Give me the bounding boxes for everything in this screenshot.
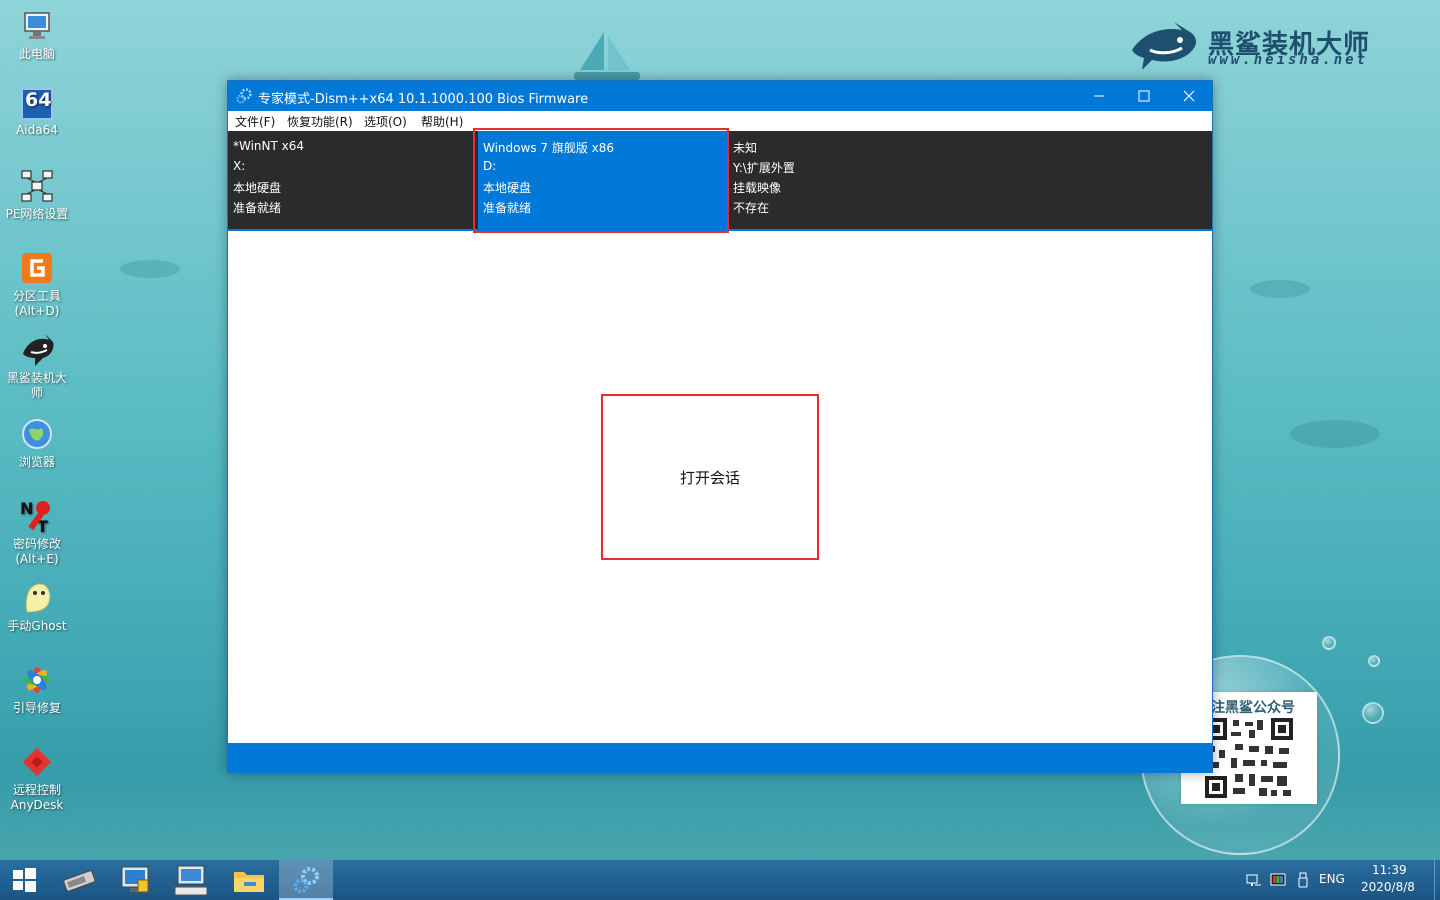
brand-logo: 黑鲨装机大师 www.heisha.net	[1128, 18, 1398, 74]
brand-url: www.heisha.net	[1208, 52, 1369, 68]
desktop-icon-label: 分区工具	[12, 289, 61, 303]
partition-tool-icon	[19, 250, 55, 286]
background-bubble	[1322, 636, 1336, 650]
desktop-icon-aida64[interactable]: 64 Aida64	[0, 88, 74, 138]
desktop-icon-label-line2: AnyDesk	[10, 798, 64, 812]
desktop-icon-manual-ghost[interactable]: 手动Ghost	[0, 580, 74, 634]
drive-letter: X:	[233, 159, 246, 173]
maximize-button[interactable]	[1121, 81, 1167, 111]
aida64-badge: 64	[25, 89, 52, 111]
background-bubble	[1362, 702, 1384, 724]
window-title: 专家模式-Dism++x64 10.1.1000.100 Bios Firmwa…	[258, 92, 589, 107]
selected-drive-highlight	[473, 128, 729, 233]
menu-file[interactable]: 文件(F)	[235, 113, 275, 130]
desktop-icon-boot-repair[interactable]: 引导修复	[0, 662, 74, 716]
desktop-icon-pe-network[interactable]: PE网络设置	[0, 168, 74, 222]
desktop-icon-hotkey: (Alt+D)	[14, 304, 60, 318]
taskbar-app-dism[interactable]	[279, 860, 333, 900]
desktop-icon-label: 手动Ghost	[7, 619, 67, 633]
menu-help[interactable]: 帮助(H)	[421, 113, 463, 130]
desktop-icon-password-reset[interactable]: NT 密码修改 (Alt+E)	[0, 498, 74, 567]
start-button[interactable]	[0, 860, 48, 900]
drive-status: 不存在	[733, 201, 770, 215]
background-fish	[120, 260, 180, 278]
desktop-icon-label: Aida64	[16, 123, 58, 137]
taskbar-app-drive-tool[interactable]	[52, 860, 106, 900]
status-bar	[228, 743, 1212, 773]
shark-installer-icon	[19, 332, 55, 368]
computer-config-icon	[121, 866, 149, 893]
taskbar-app-computer-config[interactable]	[108, 860, 162, 900]
taskbar: ENG 11:39 2020/8/8	[0, 860, 1440, 900]
desktop-icon-shark-installer[interactable]: 黑鲨装机大 师	[0, 332, 74, 401]
open-session-highlight	[601, 394, 819, 560]
minimize-button[interactable]	[1076, 81, 1122, 111]
qr-title: 注黑鲨公众号	[1211, 700, 1295, 716]
desktop-icon-label: 密码修改	[12, 537, 61, 551]
aida64-icon: 64	[21, 88, 53, 120]
maximize-icon	[1138, 90, 1150, 102]
close-icon	[1183, 90, 1195, 102]
drive-os-name: *WinNT x64	[233, 139, 305, 153]
dism-window: 专家模式-Dism++x64 10.1.1000.100 Bios Firmwa…	[227, 80, 1213, 773]
desktop-icon-label: PE网络设置	[5, 207, 69, 221]
dism-gear-icon	[236, 88, 252, 104]
network-icon	[19, 168, 55, 204]
computer-icon	[19, 8, 55, 44]
drive-item-y[interactable]: 未知 Y:\扩展外置 挂载映像 不存在	[728, 131, 978, 229]
taskbar-app-file-explorer[interactable]	[222, 860, 276, 900]
desktop-icon-this-pc[interactable]: 此电脑	[0, 8, 74, 62]
input-language[interactable]: ENG	[1319, 872, 1345, 886]
taskbar-app-keyboard[interactable]	[164, 860, 218, 900]
desktop-icon-partition-tool[interactable]: 分区工具 (Alt+D)	[0, 250, 74, 319]
anydesk-icon	[19, 744, 55, 780]
usb-device-icon[interactable]	[1295, 872, 1311, 888]
minimize-icon	[1094, 95, 1104, 97]
background-fish	[1290, 420, 1380, 448]
drive-os-name: 未知	[733, 141, 758, 155]
menu-options[interactable]: 选项(O)	[364, 113, 407, 130]
drive-tool-icon	[63, 870, 96, 892]
desktop-icon-anydesk[interactable]: 远程控制 AnyDesk	[0, 744, 74, 813]
desktop-icon-label: 远程控制	[12, 783, 61, 797]
desktop-icon-label: 黑鲨装机大	[6, 371, 67, 385]
drive-letter: Y:\扩展外置	[733, 161, 795, 175]
dism-gear-icon	[293, 867, 319, 894]
file-explorer-icon	[234, 872, 264, 892]
background-bubble	[1368, 655, 1380, 667]
desktop-icon-label-line2: 师	[30, 386, 43, 400]
clock-date[interactable]: 2020/8/8	[1361, 880, 1415, 894]
drive-item-x[interactable]: *WinNT x64 X: 本地硬盘 准备就绪	[228, 131, 478, 229]
start-icon	[13, 868, 36, 892]
display-color-icon[interactable]	[1270, 872, 1286, 888]
show-desktop-button[interactable]	[1434, 860, 1440, 900]
background-fish	[1250, 280, 1310, 298]
password-reset-icon: NT	[19, 498, 55, 536]
drive-type: 本地硬盘	[233, 181, 282, 195]
desktop-icon-label: 引导修复	[12, 701, 61, 715]
drive-status: 准备就绪	[233, 201, 282, 215]
desktop-icon-hotkey: (Alt+E)	[15, 552, 59, 566]
clock-time[interactable]: 11:39	[1372, 863, 1407, 877]
drive-type: 挂载映像	[733, 181, 782, 195]
boot-repair-icon	[19, 662, 55, 698]
qr-code-icon	[1205, 718, 1293, 798]
shark-logo-icon	[1132, 22, 1197, 70]
desktop-icon-label: 浏览器	[18, 455, 55, 469]
desktop-icon-label: 此电脑	[18, 47, 55, 61]
ghost-icon	[19, 580, 55, 616]
menu-recovery[interactable]: 恢复功能(R)	[287, 113, 353, 130]
svg-text:N: N	[20, 499, 33, 518]
network-status-icon[interactable]	[1246, 872, 1262, 888]
browser-icon	[19, 416, 55, 452]
keyboard-icon	[174, 865, 208, 896]
window-titlebar[interactable]: 专家模式-Dism++x64 10.1.1000.100 Bios Firmwa…	[228, 81, 1212, 111]
desktop-icon-browser[interactable]: 浏览器	[0, 416, 74, 470]
close-button[interactable]	[1166, 81, 1212, 111]
background-sailboat-icon	[574, 32, 640, 80]
